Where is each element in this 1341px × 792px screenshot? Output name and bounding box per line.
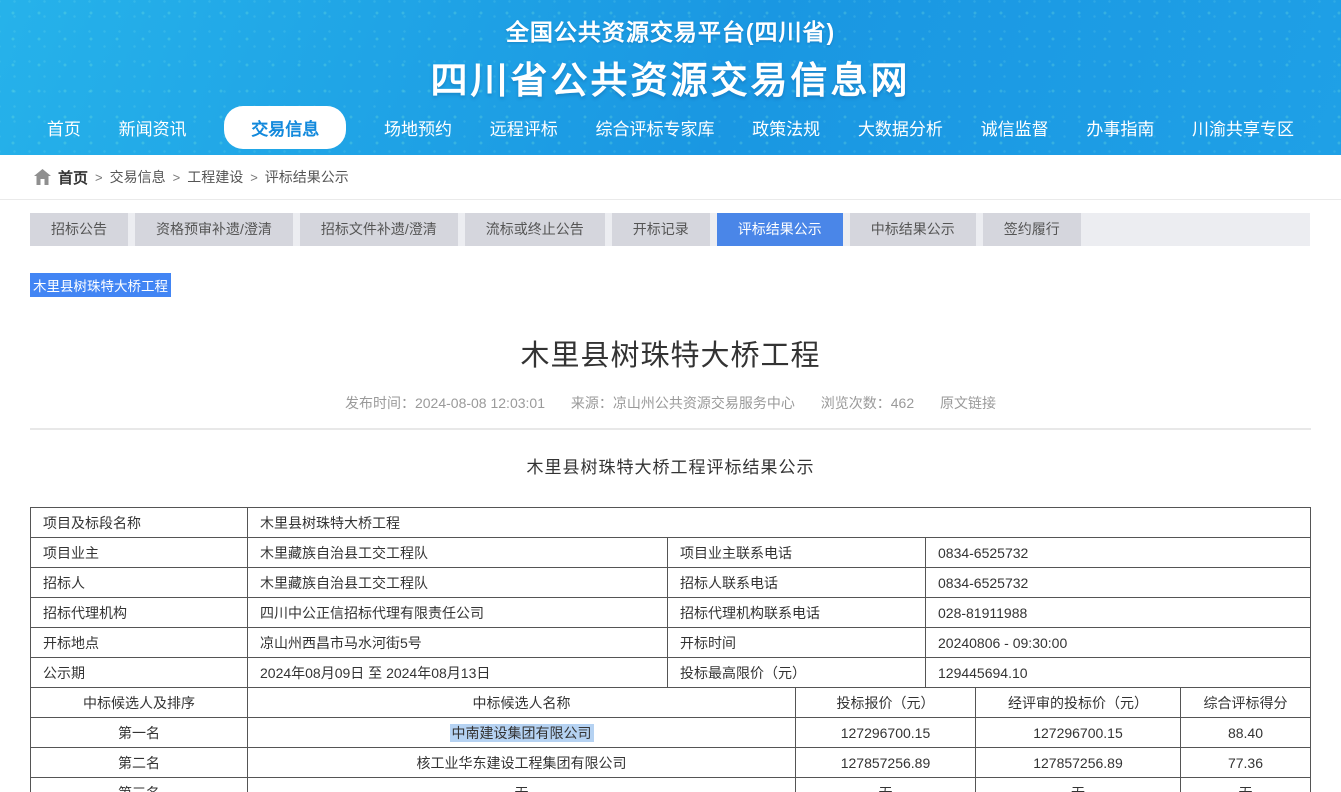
view-count: 浏览次数：462 <box>821 395 914 411</box>
candidate-evaluated-bid: 无 <box>976 778 1181 792</box>
tab-contract-performance[interactable]: 签约履行 <box>983 213 1081 246</box>
info-value: 129445694.10 <box>926 658 1311 688</box>
info-label: 项目业主联系电话 <box>668 538 926 568</box>
candidate-bid: 无 <box>796 778 976 792</box>
table-row: 项目业主 木里藏族自治县工交工程队 项目业主联系电话 0834-6525732 <box>31 538 1311 568</box>
home-icon[interactable] <box>34 169 51 185</box>
table-row: 公示期 2024年08月09日 至 2024年08月13日 投标最高限价（元） … <box>31 658 1311 688</box>
tab-bid-opening-record[interactable]: 开标记录 <box>612 213 710 246</box>
nav-item-service-guide[interactable]: 办事指南 <box>1086 115 1154 140</box>
candidate-rank: 第二名 <box>31 748 248 778</box>
info-label: 开标地点 <box>31 628 248 658</box>
info-label: 项目及标段名称 <box>31 508 248 538</box>
project-result-link[interactable]: 木里县树珠特大桥工程 <box>30 273 171 297</box>
info-label: 招标代理机构 <box>31 598 248 628</box>
candidate-rank: 第一名 <box>31 718 248 748</box>
article-subtitle: 木里县树珠特大桥工程评标结果公示 <box>0 453 1341 478</box>
info-value: 0834-6525732 <box>926 538 1311 568</box>
nav-item-integrity-supervision[interactable]: 诚信监督 <box>981 115 1049 140</box>
table-header-row: 中标候选人及排序 中标候选人名称 投标报价（元） 经评审的投标价（元） 综合评标… <box>31 688 1311 718</box>
breadcrumb: 首页 > 交易信息 > 工程建设 > 评标结果公示 <box>0 155 1341 200</box>
table-row: 招标代理机构 四川中公正信招标代理有限责任公司 招标代理机构联系电话 028-8… <box>31 598 1311 628</box>
info-value: 凉山州西昌市马水河街5号 <box>248 628 668 658</box>
col-header-bid: 投标报价（元） <box>796 688 976 718</box>
info-value: 028-81911988 <box>926 598 1311 628</box>
nav-item-expert-database[interactable]: 综合评标专家库 <box>595 115 714 140</box>
candidate-name: 核工业华东建设工程集团有限公司 <box>248 748 796 778</box>
info-value: 木里县树珠特大桥工程 <box>248 508 1311 538</box>
candidate-rank: 第三名 <box>31 778 248 792</box>
info-value: 木里藏族自治县工交工程队 <box>248 568 668 598</box>
info-value: 木里藏族自治县工交工程队 <box>248 538 668 568</box>
candidate-bid: 127296700.15 <box>796 718 976 748</box>
candidate-score: 无 <box>1181 778 1311 792</box>
breadcrumb-separator: > <box>173 170 181 185</box>
info-label: 公示期 <box>31 658 248 688</box>
site-supertitle: 全国公共资源交易平台(四川省) <box>0 0 1341 47</box>
table-row: 项目及标段名称 木里县树珠特大桥工程 <box>31 508 1311 538</box>
article-title: 木里县树珠特大桥工程 <box>0 332 1341 374</box>
col-header-evaluated-bid: 经评审的投标价（元） <box>976 688 1181 718</box>
info-label: 投标最高限价（元） <box>668 658 926 688</box>
candidate-bid: 127857256.89 <box>796 748 976 778</box>
candidate-evaluated-bid: 127857256.89 <box>976 748 1181 778</box>
selected-text: 中南建设集团有限公司 <box>450 724 594 742</box>
info-value: 2024年08月09日 至 2024年08月13日 <box>248 658 668 688</box>
result-list: 木里县树珠特大桥工程 <box>30 273 1341 297</box>
nav-item-chuanyu-zone[interactable]: 川渝共享专区 <box>1192 115 1294 140</box>
info-label: 招标人联系电话 <box>668 568 926 598</box>
breadcrumb-home[interactable]: 首页 <box>58 167 88 188</box>
col-header-rank: 中标候选人及排序 <box>31 688 248 718</box>
table-row: 第三名 无 无 无 无 <box>31 778 1311 792</box>
tab-bid-doc-clarification[interactable]: 招标文件补遗/澄清 <box>300 213 458 246</box>
candidate-name: 中南建设集团有限公司 <box>248 718 796 748</box>
nav-item-venue-booking[interactable]: 场地预约 <box>384 115 452 140</box>
info-label: 招标代理机构联系电话 <box>668 598 926 628</box>
info-label: 招标人 <box>31 568 248 598</box>
candidate-name: 无 <box>248 778 796 792</box>
nav-item-trade-info[interactable]: 交易信息 <box>224 106 346 149</box>
nav-item-home[interactable]: 首页 <box>47 115 81 140</box>
tab-winning-result[interactable]: 中标结果公示 <box>850 213 976 246</box>
candidates-table: 中标候选人及排序 中标候选人名称 投标报价（元） 经评审的投标价（元） 综合评标… <box>30 687 1311 792</box>
col-header-score: 综合评标得分 <box>1181 688 1311 718</box>
breadcrumb-evaluation-result[interactable]: 评标结果公示 <box>265 167 349 187</box>
breadcrumb-engineering[interactable]: 工程建设 <box>187 167 243 187</box>
nav-item-remote-evaluation[interactable]: 远程评标 <box>490 115 558 140</box>
table-row: 招标人 木里藏族自治县工交工程队 招标人联系电话 0834-6525732 <box>31 568 1311 598</box>
site-header: 全国公共资源交易平台(四川省) 四川省公共资源交易信息网 首页 新闻资讯 交易信… <box>0 0 1341 155</box>
info-label: 开标时间 <box>668 628 926 658</box>
tab-evaluation-result[interactable]: 评标结果公示 <box>717 213 843 246</box>
candidate-evaluated-bid: 127296700.15 <box>976 718 1181 748</box>
content-divider <box>30 428 1311 430</box>
table-row: 开标地点 凉山州西昌市马水河街5号 开标时间 20240806 - 09:30:… <box>31 628 1311 658</box>
article-meta: 发布时间：2024-08-08 12:03:01 来源：凉山州公共资源交易服务中… <box>0 393 1341 413</box>
project-info-table: 项目及标段名称 木里县树珠特大桥工程 项目业主 木里藏族自治县工交工程队 项目业… <box>30 507 1311 688</box>
main-nav: 首页 新闻资讯 交易信息 场地预约 远程评标 综合评标专家库 政策法规 大数据分… <box>0 100 1341 155</box>
info-value: 四川中公正信招标代理有限责任公司 <box>248 598 668 628</box>
nav-item-big-data[interactable]: 大数据分析 <box>858 115 943 140</box>
col-header-name: 中标候选人名称 <box>248 688 796 718</box>
candidate-score: 88.40 <box>1181 718 1311 748</box>
publish-time: 发布时间：2024-08-08 12:03:01 <box>345 395 545 411</box>
tab-bid-announcement[interactable]: 招标公告 <box>30 213 128 246</box>
breadcrumb-separator: > <box>95 170 103 185</box>
table-row: 第一名 中南建设集团有限公司 127296700.15 127296700.15… <box>31 718 1311 748</box>
info-value: 20240806 - 09:30:00 <box>926 628 1311 658</box>
source: 来源：凉山州公共资源交易服务中心 <box>571 395 795 411</box>
tab-failed-or-terminated[interactable]: 流标或终止公告 <box>465 213 605 246</box>
tab-prequalification-clarification[interactable]: 资格预审补遗/澄清 <box>135 213 293 246</box>
info-value: 0834-6525732 <box>926 568 1311 598</box>
tab-strip: 招标公告 资格预审补遗/澄清 招标文件补遗/澄清 流标或终止公告 开标记录 评标… <box>30 213 1310 246</box>
info-label: 项目业主 <box>31 538 248 568</box>
breadcrumb-trade-info[interactable]: 交易信息 <box>110 167 166 187</box>
nav-item-news[interactable]: 新闻资讯 <box>119 115 187 140</box>
table-row: 第二名 核工业华东建设工程集团有限公司 127857256.89 1278572… <box>31 748 1311 778</box>
breadcrumb-separator: > <box>250 170 258 185</box>
candidate-score: 77.36 <box>1181 748 1311 778</box>
site-title: 四川省公共资源交易信息网 <box>0 50 1341 104</box>
nav-item-policies[interactable]: 政策法规 <box>752 115 820 140</box>
original-link[interactable]: 原文链接 <box>940 395 996 411</box>
